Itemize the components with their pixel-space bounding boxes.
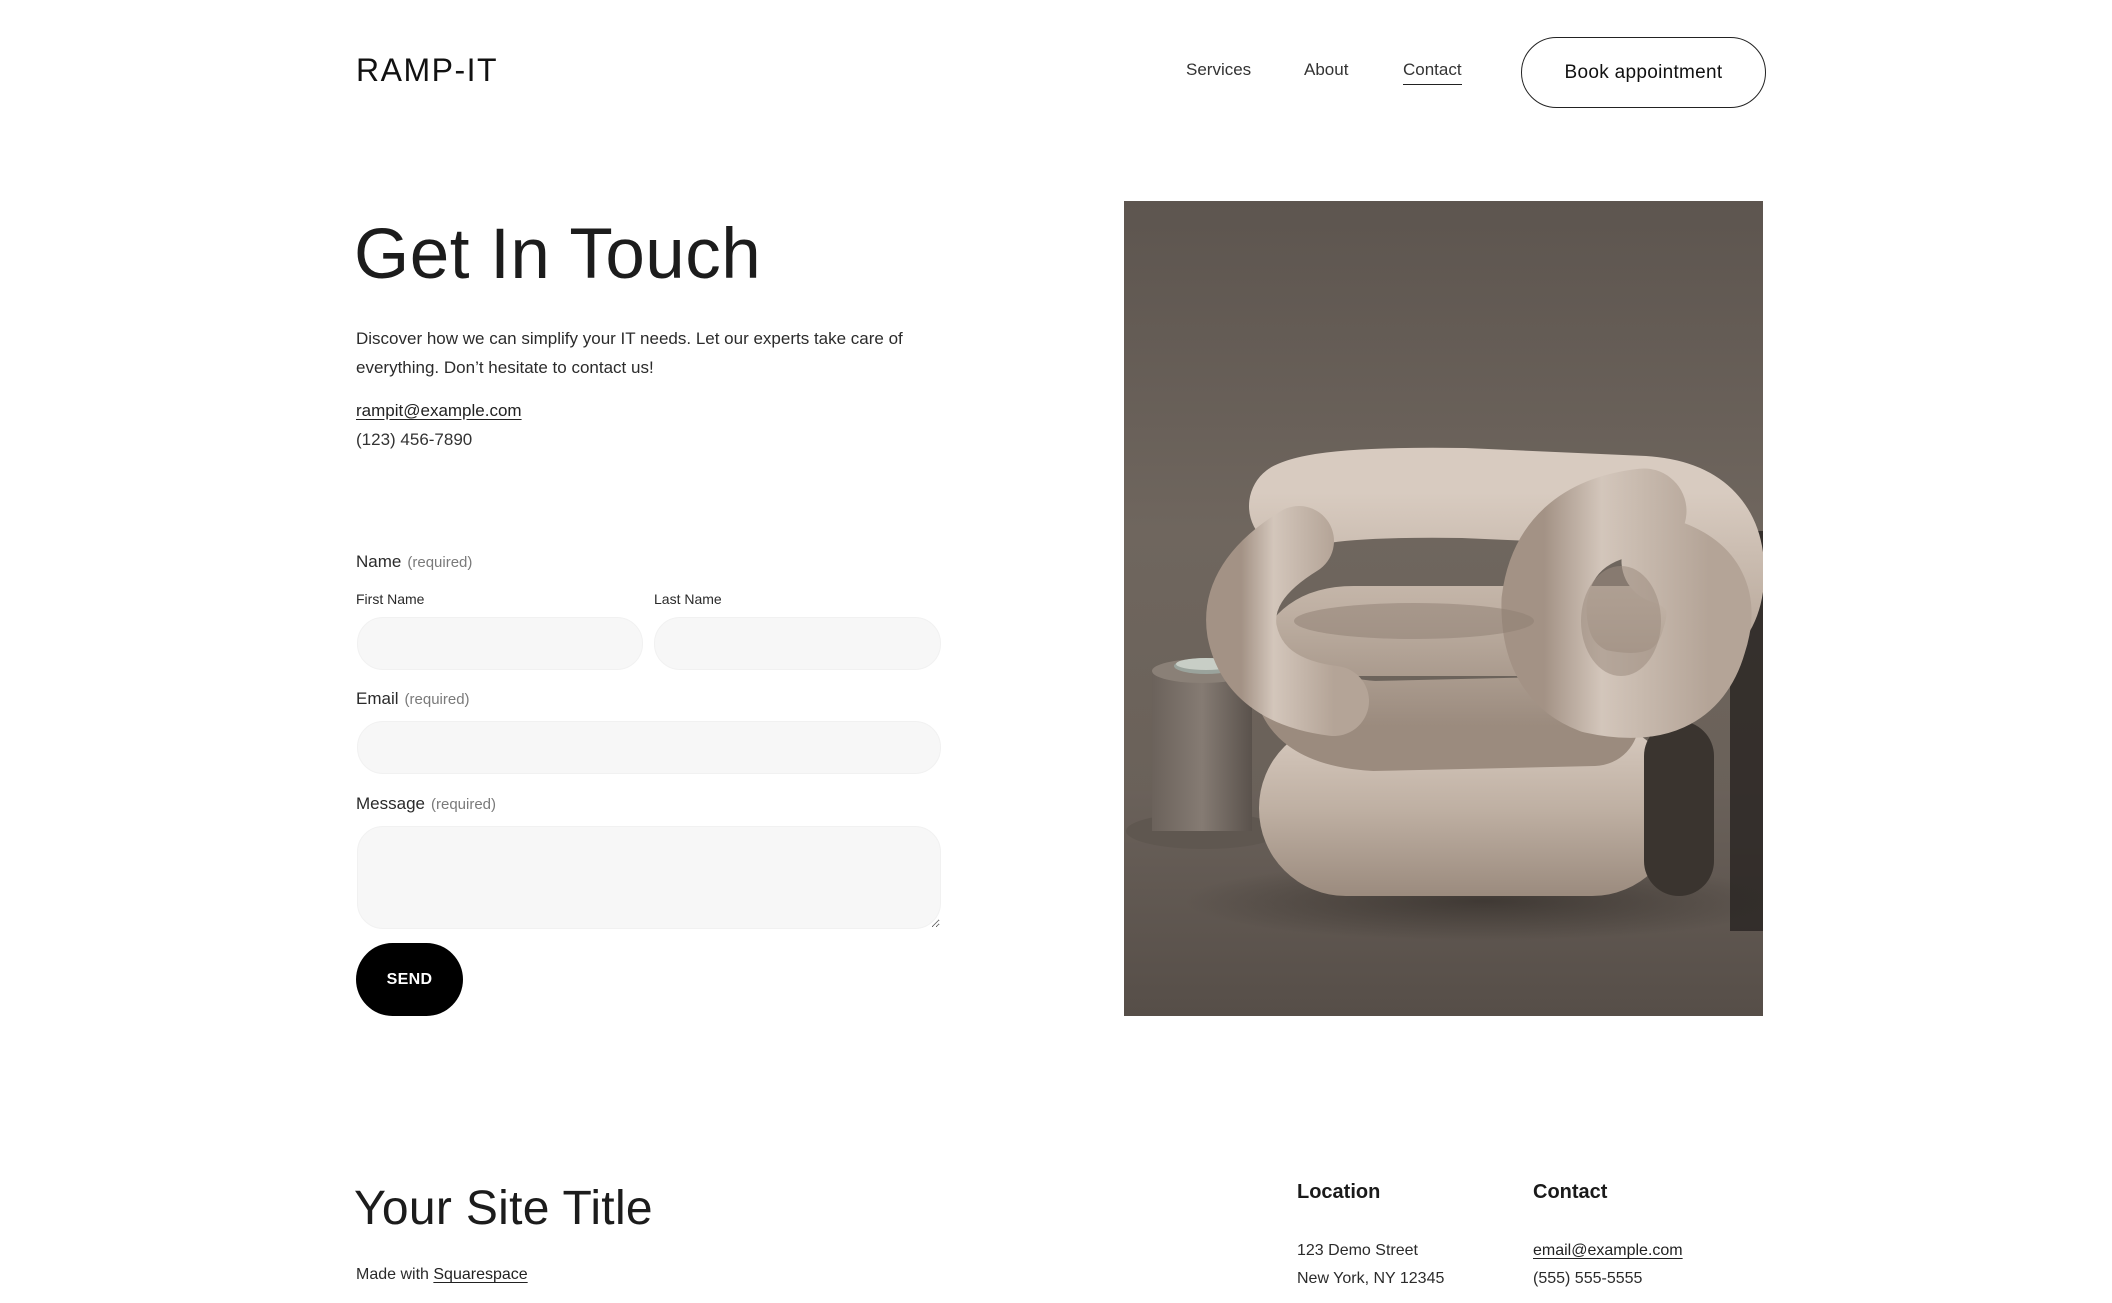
page-title: Get In Touch <box>354 215 762 294</box>
contact-email-link[interactable]: rampit@example.com <box>356 401 522 421</box>
email-input[interactable] <box>357 721 941 774</box>
last-name-label: Last Name <box>654 591 722 607</box>
location-heading: Location <box>1297 1181 1381 1203</box>
first-name-input[interactable] <box>357 617 643 670</box>
email-label-text: Email <box>356 689 399 708</box>
name-required-hint: (required) <box>407 554 473 571</box>
address-line-1: 123 Demo Street <box>1297 1242 1418 1259</box>
site-header: RAMP-IT Services About Contact Book appo… <box>0 0 2112 145</box>
first-name-label: First Name <box>356 591 425 607</box>
made-with-prefix: Made with <box>356 1266 429 1283</box>
name-label: Name (required) <box>356 552 472 572</box>
chair-photo <box>1124 201 1763 1016</box>
footer-phone: (555) 555-5555 <box>1533 1270 1643 1287</box>
footer-site-title: Your Site Title <box>354 1182 653 1235</box>
contact-phone: (123) 456-7890 <box>356 430 473 449</box>
message-required-hint: (required) <box>430 796 497 813</box>
message-textarea[interactable] <box>357 826 941 929</box>
email-required-hint: (required) <box>404 691 470 708</box>
nav-link-services[interactable]: Services <box>1186 60 1251 80</box>
made-with-text: Made with Squarespace <box>356 1266 528 1284</box>
intro-text: Discover how we can simplify your IT nee… <box>356 329 903 377</box>
address-line-2: New York, NY 12345 <box>1297 1270 1445 1287</box>
book-appointment-button[interactable]: Book appointment <box>1521 37 1766 108</box>
message-label-text: Message <box>356 794 425 813</box>
message-label: Message (required) <box>356 794 496 814</box>
name-label-text: Name <box>356 552 402 571</box>
nav-link-about[interactable]: About <box>1304 60 1348 80</box>
last-name-input[interactable] <box>654 617 941 670</box>
squarespace-link[interactable]: Squarespace <box>433 1266 527 1283</box>
site-logo[interactable]: RAMP-IT <box>356 52 498 89</box>
footer-email-link[interactable]: email@example.com <box>1533 1242 1683 1260</box>
nav-link-contact[interactable]: Contact <box>1403 60 1462 85</box>
contact-heading: Contact <box>1533 1181 1608 1203</box>
chair-illustration <box>1124 201 1763 1016</box>
send-button[interactable]: SEND <box>356 943 463 1016</box>
email-label: Email (required) <box>356 689 470 709</box>
